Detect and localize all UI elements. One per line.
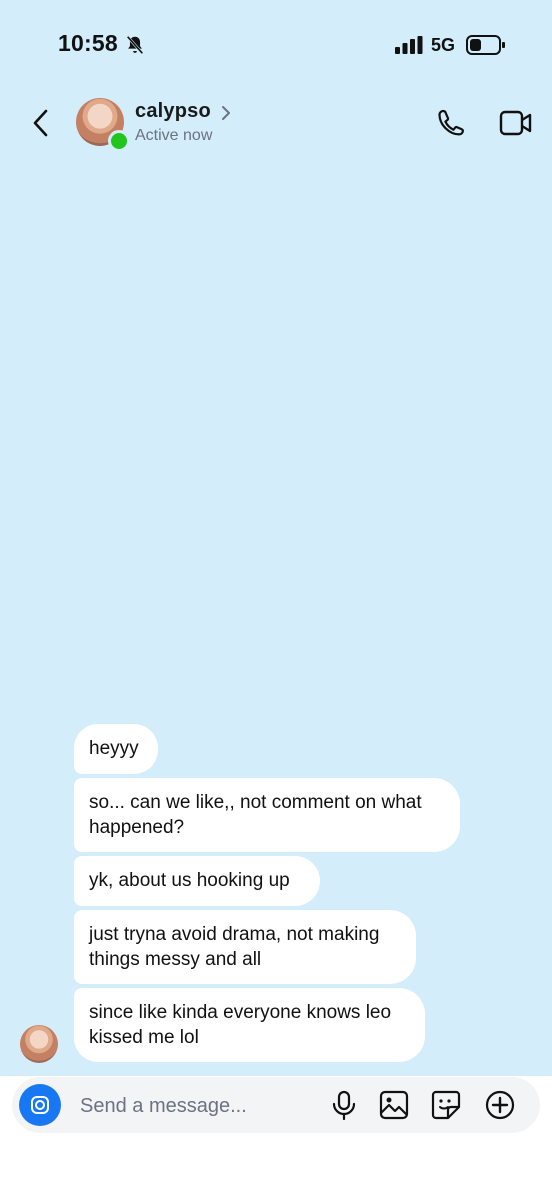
online-status-dot <box>108 130 130 152</box>
network-label: 5G <box>431 35 456 55</box>
message-input[interactable] <box>78 1085 322 1127</box>
plus-icon[interactable] <box>484 1089 516 1121</box>
message-bubble[interactable]: yk, about us hooking up <box>74 856 320 906</box>
sender-avatar[interactable] <box>20 1025 58 1063</box>
message-bubble[interactable]: since like kinda everyone knows leo kiss… <box>74 988 425 1062</box>
camera-icon <box>31 1096 49 1114</box>
message-composer <box>12 1077 540 1133</box>
message-bubble[interactable]: heyyy <box>74 724 158 774</box>
chevron-left-icon[interactable] <box>28 108 54 138</box>
microphone-icon[interactable] <box>328 1089 360 1121</box>
status-bar: 10:58 5G <box>0 0 552 90</box>
signal-icon <box>395 36 423 54</box>
phone-icon[interactable] <box>434 106 468 140</box>
message-bubble[interactable]: so... can we like,, not comment on what … <box>74 778 460 852</box>
camera-button[interactable] <box>19 1084 61 1126</box>
contact-status: Active now <box>135 127 213 144</box>
chevron-right-icon[interactable] <box>220 105 232 121</box>
status-time: 10:58 <box>58 30 118 56</box>
chat-header: calypso Active now <box>0 90 552 160</box>
message-bubble[interactable]: just tryna avoid drama, not making thing… <box>74 910 416 984</box>
bell-off-icon <box>126 35 144 55</box>
image-icon[interactable] <box>378 1089 410 1121</box>
contact-avatar[interactable] <box>76 98 130 152</box>
contact-name[interactable]: calypso <box>135 100 211 123</box>
video-icon[interactable] <box>499 108 533 138</box>
battery-icon <box>466 35 505 55</box>
sticker-icon[interactable] <box>430 1089 462 1121</box>
